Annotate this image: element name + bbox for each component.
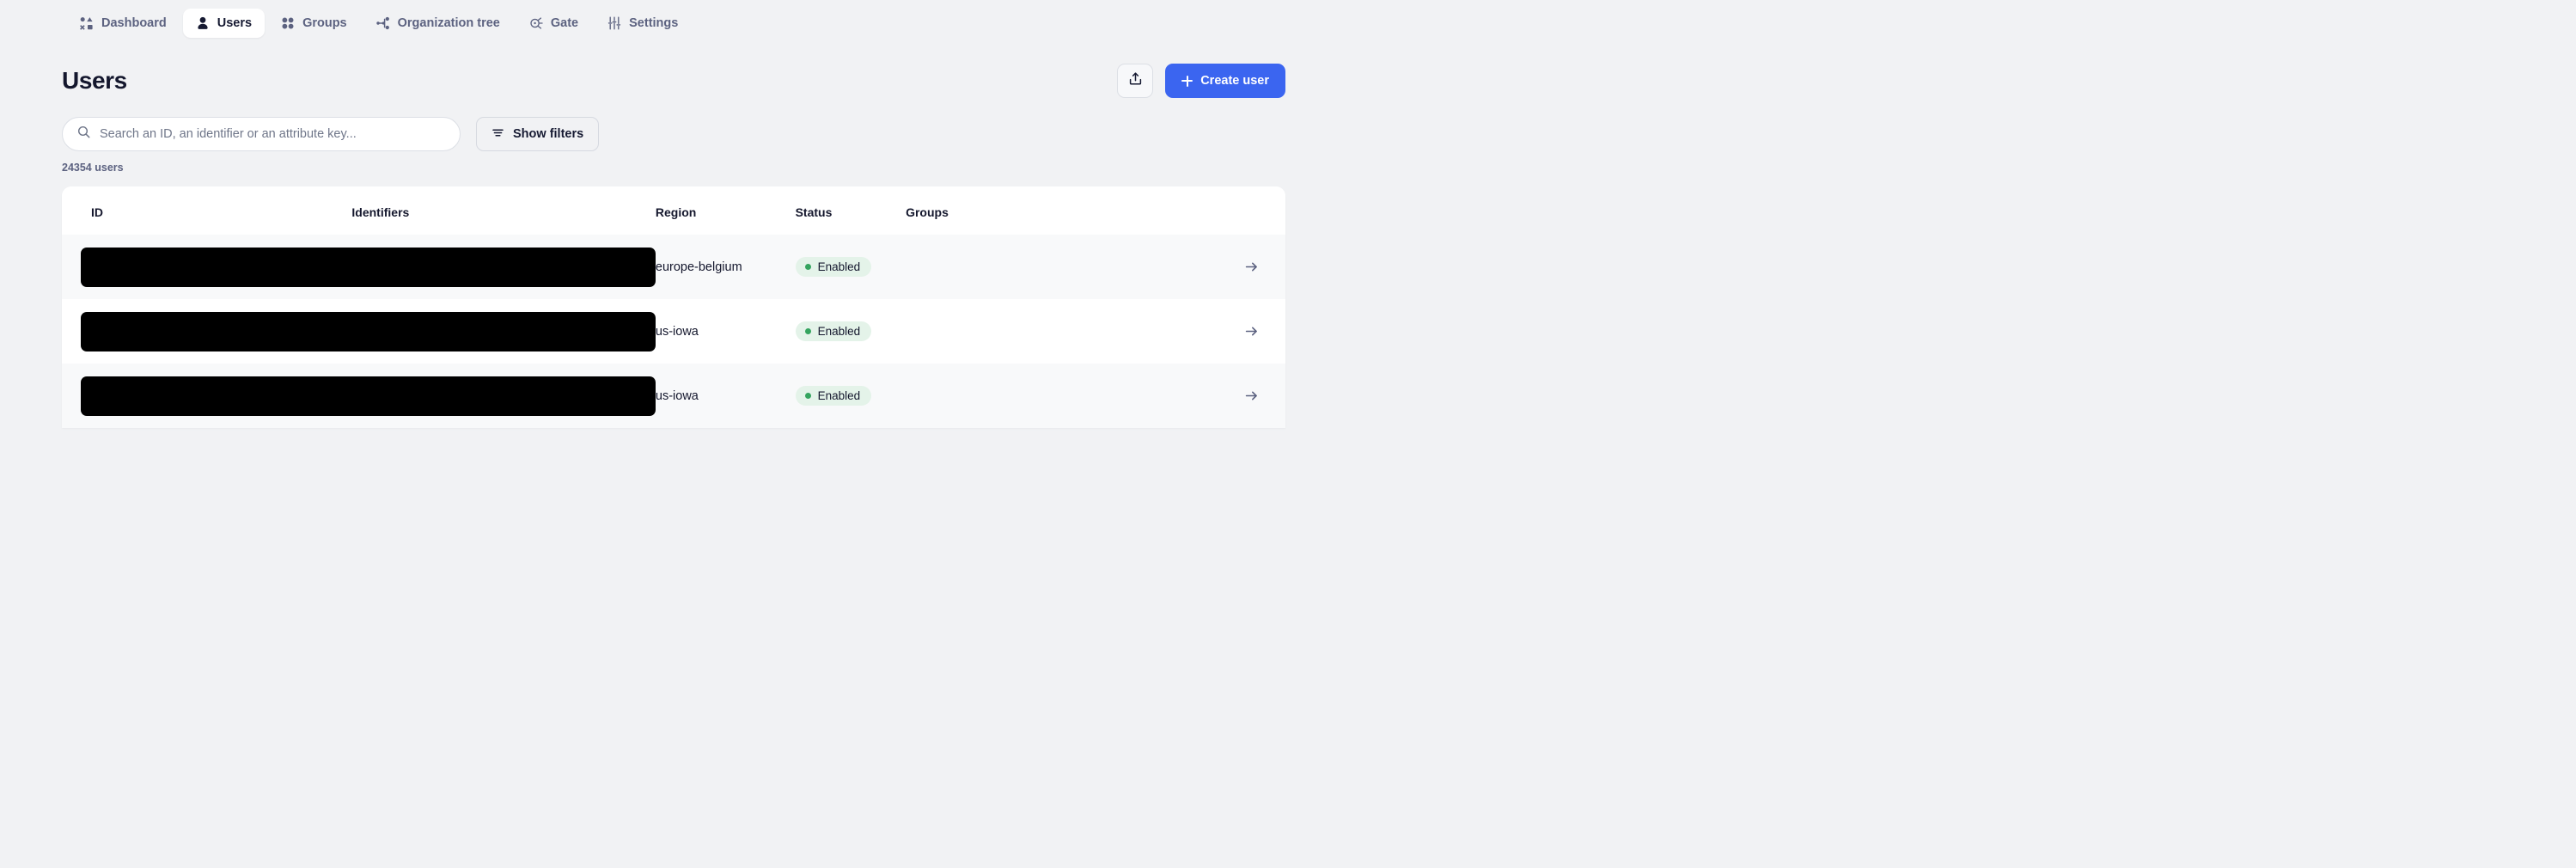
cell-groups xyxy=(906,299,1218,364)
nav-tab-groups[interactable]: Groups xyxy=(268,9,360,38)
table-toolbar: Show filters xyxy=(0,100,1347,151)
cell-region: europe-belgium xyxy=(656,235,796,299)
page-header: Users Create user xyxy=(0,46,1347,100)
users-table: ID Identifiers Region Status Groups euro… xyxy=(62,186,1285,428)
table-row[interactable]: us-iowa Enabled xyxy=(62,299,1285,364)
cell-open-action[interactable] xyxy=(1218,299,1285,364)
arrow-right-icon[interactable] xyxy=(1218,260,1285,274)
nav-tab-label: Organization tree xyxy=(398,17,500,30)
org-tree-icon xyxy=(376,16,390,30)
redaction-bar xyxy=(81,312,656,351)
nav-tab-label: Dashboard xyxy=(101,17,167,30)
column-header-groups[interactable]: Groups xyxy=(906,186,1218,235)
column-header-region[interactable]: Region xyxy=(656,186,796,235)
table-header-row: ID Identifiers Region Status Groups xyxy=(62,186,1285,235)
main-navigation: Dashboard Users Groups xyxy=(0,0,1347,46)
cell-status: Enabled xyxy=(796,235,906,299)
cell-open-action[interactable] xyxy=(1218,235,1285,299)
cell-status: Enabled xyxy=(796,299,906,364)
cell-groups xyxy=(906,364,1218,428)
nav-tab-label: Groups xyxy=(302,17,347,30)
table-row[interactable]: europe-belgium Enabled xyxy=(62,235,1285,299)
cell-open-action[interactable] xyxy=(1218,364,1285,428)
user-icon xyxy=(196,16,210,30)
cell-region: us-iowa xyxy=(656,364,796,428)
cell-id-identifiers xyxy=(62,299,656,364)
search-icon xyxy=(77,125,90,143)
nav-tab-gate[interactable]: Gate xyxy=(516,9,591,38)
user-count: 24354 users xyxy=(0,151,1347,174)
status-dot-icon xyxy=(805,393,811,399)
column-header-id[interactable]: ID xyxy=(62,186,351,235)
filter-lines-icon xyxy=(491,126,504,143)
show-filters-label: Show filters xyxy=(513,127,583,141)
plus-icon xyxy=(1181,76,1193,87)
status-label: Enabled xyxy=(818,261,861,273)
status-dot-icon xyxy=(805,328,811,334)
cell-id-identifiers xyxy=(62,364,656,428)
column-header-status[interactable]: Status xyxy=(796,186,906,235)
export-button[interactable] xyxy=(1117,64,1153,98)
create-user-label: Create user xyxy=(1200,74,1269,88)
column-header-identifiers[interactable]: Identifiers xyxy=(351,186,655,235)
nav-tab-dashboard[interactable]: Dashboard xyxy=(67,9,180,38)
search-box[interactable] xyxy=(62,117,461,151)
users-table-card: ID Identifiers Region Status Groups euro… xyxy=(62,186,1285,428)
status-badge: Enabled xyxy=(796,257,872,278)
nav-tab-settings[interactable]: Settings xyxy=(595,9,691,38)
cell-region: us-iowa xyxy=(656,299,796,364)
redaction-bar xyxy=(81,376,656,416)
grid-dots-icon xyxy=(281,16,295,30)
nav-tab-label: Settings xyxy=(629,17,678,30)
gate-icon xyxy=(529,16,543,30)
status-label: Enabled xyxy=(818,390,861,402)
table-row[interactable]: us-iowa Enabled xyxy=(62,364,1285,428)
table-body: europe-belgium Enabled xyxy=(62,235,1285,428)
cell-id-identifiers xyxy=(62,235,656,299)
cell-status: Enabled xyxy=(796,364,906,428)
search-input[interactable] xyxy=(100,127,445,141)
sliders-icon xyxy=(607,16,621,30)
status-dot-icon xyxy=(805,264,811,270)
create-user-button[interactable]: Create user xyxy=(1165,64,1285,98)
shapes-icon xyxy=(80,16,94,30)
upload-icon xyxy=(1128,71,1143,90)
table-header: ID Identifiers Region Status Groups xyxy=(62,186,1285,235)
cell-groups xyxy=(906,235,1218,299)
arrow-right-icon[interactable] xyxy=(1218,324,1285,339)
arrow-right-icon[interactable] xyxy=(1218,388,1285,403)
show-filters-button[interactable]: Show filters xyxy=(476,117,599,151)
status-badge: Enabled xyxy=(796,321,872,342)
redaction-bar xyxy=(81,248,656,287)
status-label: Enabled xyxy=(818,326,861,338)
status-badge: Enabled xyxy=(796,386,872,406)
nav-tab-label: Users xyxy=(217,17,252,30)
nav-tab-organization-tree[interactable]: Organization tree xyxy=(363,9,513,38)
column-header-actions xyxy=(1218,186,1285,235)
page-header-actions: Create user xyxy=(1117,64,1285,98)
nav-tab-label: Gate xyxy=(551,17,578,30)
nav-tab-users[interactable]: Users xyxy=(183,9,265,38)
page-title: Users xyxy=(62,67,127,95)
